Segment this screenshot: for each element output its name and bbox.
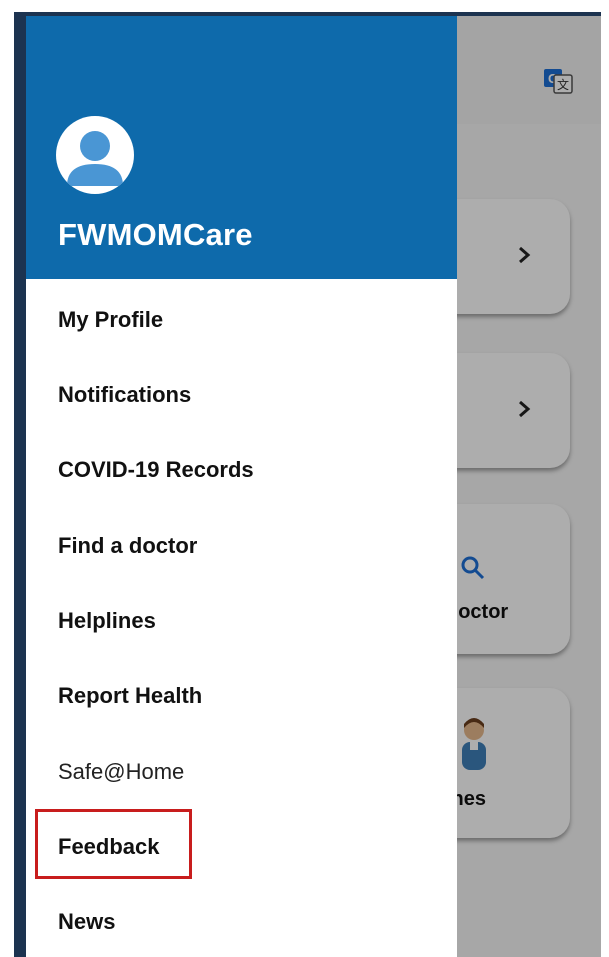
menu-item-label: Report Health [58,683,203,708]
menu-item-covid-records[interactable]: COVID-19 Records [26,439,457,499]
menu-item-label: Notifications [58,382,192,407]
menu-item-label: Helplines [58,608,156,633]
menu-item-label: Find a doctor [58,533,198,558]
menu-item-label: News [58,909,116,934]
feedback-highlight-box [35,809,192,879]
menu-item-helplines[interactable]: Helplines [26,590,457,650]
menu-item-my-profile[interactable]: My Profile [26,289,457,349]
menu-item-safe-at-home[interactable]: Safe@Home [26,741,457,801]
drawer-header: FWMOMCare [26,16,457,279]
device-frame: G 文 doctor ines FWMOMCare My Profile Not… [14,12,601,957]
menu-item-report-health[interactable]: Report Health [26,665,457,725]
app-name: FWMOMCare [58,217,253,252]
menu-item-label: Safe@Home [58,759,185,784]
navigation-drawer: FWMOMCare My Profile Notifications COVID… [26,16,457,957]
menu-item-notifications[interactable]: Notifications [26,364,457,424]
app-screen: G 文 doctor ines FWMOMCare My Profile Not… [26,16,601,957]
avatar[interactable] [56,116,134,194]
menu-item-news[interactable]: News [26,891,457,951]
menu-item-label: COVID-19 Records [58,457,254,482]
menu-item-find-doctor[interactable]: Find a doctor [26,515,457,575]
user-avatar-icon [67,131,123,186]
menu-item-label: My Profile [58,307,164,332]
